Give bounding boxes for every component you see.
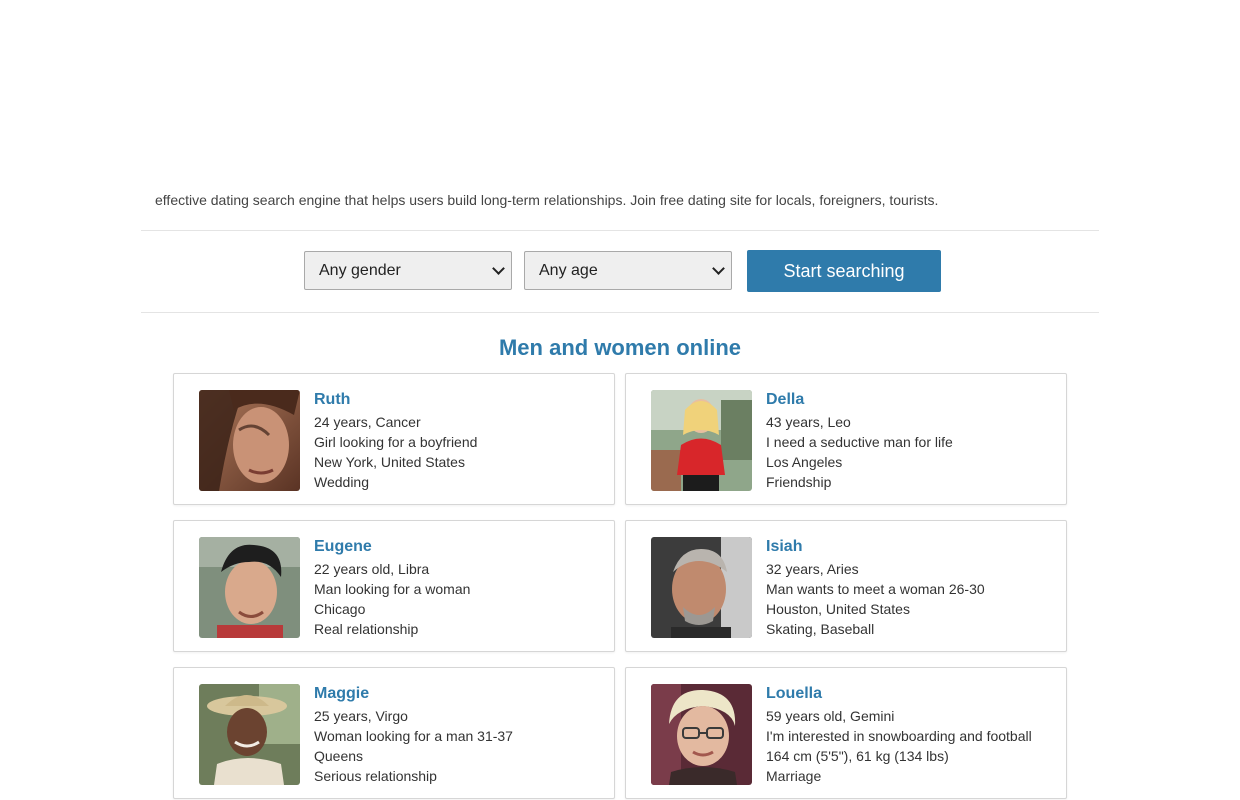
gender-select-value: Any gender	[319, 262, 401, 279]
profile-name[interactable]: Maggie	[314, 684, 604, 704]
profile-location: New York, United States	[314, 454, 465, 470]
profile-photo-eugene	[199, 537, 300, 638]
profile-name[interactable]: Isiah	[766, 537, 1056, 557]
divider-top	[141, 230, 1099, 231]
profile-looking: Man wants to meet a woman 26-30	[766, 581, 985, 597]
profile-age: 59 years old, Gemini	[766, 708, 895, 724]
profile-name[interactable]: Eugene	[314, 537, 604, 557]
profile-looking: I need a seductive man for life	[766, 434, 953, 450]
profile-card-ruth[interactable]: Ruth 24 years, Cancer Girl looking for a…	[173, 373, 615, 505]
profile-photo[interactable]	[199, 537, 300, 638]
profile-looking: Woman looking for a man 31-37	[314, 728, 513, 744]
profile-age: 24 years, Cancer	[314, 414, 421, 430]
divider-bottom	[141, 312, 1099, 313]
profile-goal: Serious relationship	[314, 768, 437, 784]
profile-looking: Man looking for a woman	[314, 581, 471, 597]
profile-info: Isiah 32 years, Aries Man wants to meet …	[766, 537, 1056, 639]
age-select[interactable]: Any age	[524, 251, 732, 290]
gender-select[interactable]: Any gender	[304, 251, 512, 290]
profile-goal: Skating, Baseball	[766, 621, 875, 637]
profile-photo[interactable]	[651, 684, 752, 785]
profile-photo[interactable]	[651, 537, 752, 638]
search-bar: Any gender Any age Start searching	[0, 250, 1240, 292]
profile-location: Houston, United States	[766, 601, 910, 617]
profile-info: Maggie 25 years, Virgo Woman looking for…	[314, 684, 604, 786]
section-title: Men and women online	[498, 335, 741, 360]
profile-location: Queens	[314, 748, 364, 764]
profile-age: 32 years, Aries	[766, 561, 859, 577]
profile-looking: I'm interested in snowboarding and footb…	[766, 728, 1032, 744]
profile-age: 25 years, Virgo	[314, 708, 408, 724]
profile-photo[interactable]	[199, 684, 300, 785]
chevron-down-icon	[712, 262, 725, 275]
profile-goal: Real relationship	[314, 621, 419, 637]
profile-looking: Girl looking for a boyfriend	[314, 434, 478, 450]
profile-info: Ruth 24 years, Cancer Girl looking for a…	[314, 390, 604, 492]
profile-card-isiah[interactable]: Isiah 32 years, Aries Man wants to meet …	[625, 520, 1067, 652]
profile-location: Los Angeles	[766, 454, 843, 470]
profile-location: 164 cm (5'5"), 61 kg (134 lbs)	[766, 748, 949, 764]
profile-photo-della	[651, 390, 752, 491]
page: effective dating search engine that help…	[0, 0, 1240, 800]
profile-photo-isiah	[651, 537, 752, 638]
profile-name[interactable]: Della	[766, 390, 1056, 410]
profile-goal: Wedding	[314, 474, 370, 490]
profile-name[interactable]: Louella	[766, 684, 1056, 704]
profile-card-eugene[interactable]: Eugene 22 years old, Libra Man looking f…	[173, 520, 615, 652]
chevron-down-icon	[492, 262, 505, 275]
start-searching-button[interactable]: Start searching	[747, 250, 941, 292]
profile-goal: Marriage	[766, 768, 822, 784]
profile-card-della[interactable]: Della 43 years, Leo I need a seductive m…	[625, 373, 1067, 505]
profile-location: Chicago	[314, 601, 366, 617]
profile-name[interactable]: Ruth	[314, 390, 604, 410]
profile-photo-maggie	[199, 684, 300, 785]
profile-info: Della 43 years, Leo I need a seductive m…	[766, 390, 1056, 492]
profile-info: Eugene 22 years old, Libra Man looking f…	[314, 537, 604, 639]
profile-age: 43 years, Leo	[766, 414, 851, 430]
profile-info: Louella 59 years old, Gemini I'm interes…	[766, 684, 1056, 786]
profile-card-maggie[interactable]: Maggie 25 years, Virgo Woman looking for…	[173, 667, 615, 799]
age-select-value: Any age	[539, 262, 598, 279]
profile-age: 22 years old, Libra	[314, 561, 430, 577]
profile-photo[interactable]	[651, 390, 752, 491]
intro-text: effective dating search engine that help…	[155, 192, 939, 208]
profile-photo-ruth	[199, 390, 300, 491]
profile-goal: Friendship	[766, 474, 832, 490]
profile-card-louella[interactable]: Louella 59 years old, Gemini I'm interes…	[625, 667, 1067, 799]
profile-photo-louella	[651, 684, 752, 785]
profile-photo[interactable]	[199, 390, 300, 491]
